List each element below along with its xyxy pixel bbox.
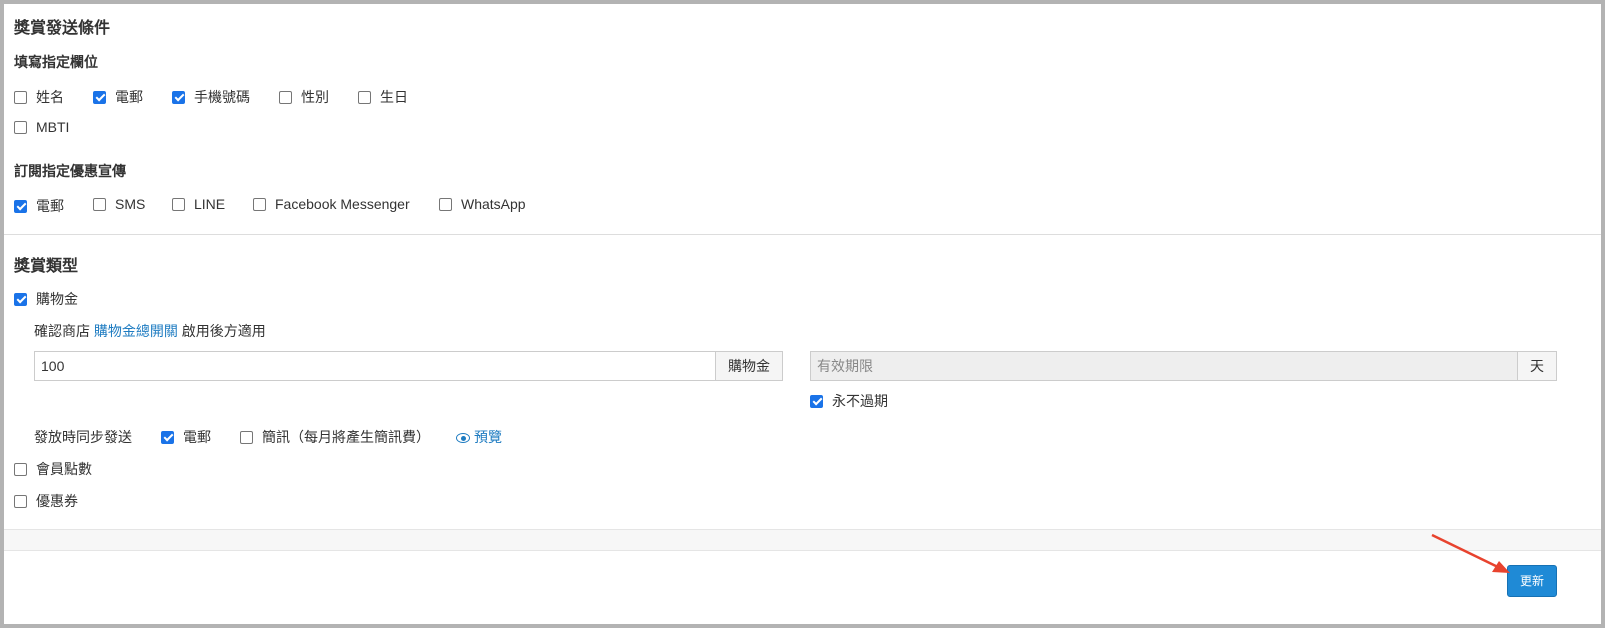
arrow-annotation-icon: [1431, 533, 1510, 573]
field-label: 電郵: [115, 89, 143, 105]
checkbox-icon[interactable]: [14, 90, 27, 104]
reward-checkbox-coupon[interactable]: 優惠券: [14, 491, 78, 511]
conditions-title: 獎賞發送條件: [14, 20, 111, 37]
credit-amount-addon: 購物金: [716, 351, 783, 381]
checkbox-icon[interactable]: [14, 292, 27, 306]
field-label: 手機號碼: [194, 89, 250, 105]
sync-email-checkbox[interactable]: 電郵: [161, 427, 211, 447]
reward-label: 優惠券: [36, 493, 78, 509]
channel-label: WhatsApp: [461, 196, 526, 212]
credit-note-suffix: 啟用後方適用: [181, 323, 266, 339]
subscribe-title: 訂閱指定優惠宣傳: [14, 163, 126, 179]
reward-checkbox-credit[interactable]: 購物金: [14, 289, 78, 309]
validity-addon: 天: [1518, 351, 1557, 381]
channel-label: 電郵: [36, 198, 64, 214]
reward-label: 購物金: [36, 291, 78, 307]
field-label: 性別: [301, 89, 329, 105]
sync-sms-label: 簡訊（每月將產生簡訊費）: [262, 429, 430, 445]
field-checkbox-mbti[interactable]: MBTI: [14, 119, 69, 135]
preview-link[interactable]: 預覽: [456, 427, 502, 447]
channel-label: LINE: [194, 196, 226, 212]
validity-input[interactable]: 有效期限: [810, 351, 1518, 381]
field-checkbox-phone[interactable]: 手機號碼: [172, 87, 250, 107]
checkbox-icon[interactable]: [172, 197, 185, 211]
channel-label: SMS: [115, 196, 146, 212]
channel-label: Facebook Messenger: [275, 196, 410, 212]
reward-label: 會員點數: [36, 461, 92, 477]
checkbox-icon[interactable]: [93, 197, 106, 211]
checkbox-icon[interactable]: [279, 90, 292, 104]
credit-note: 確認商店 購物金總開關 啟用後方適用: [34, 321, 266, 341]
sync-sms-checkbox[interactable]: 簡訊（每月將產生簡訊費）: [240, 427, 430, 447]
checkbox-icon[interactable]: [439, 197, 452, 211]
eye-icon: [456, 433, 470, 444]
field-checkbox-birthday[interactable]: 生日: [358, 87, 408, 107]
reward-settings-panel: 獎賞發送條件 填寫指定欄位 姓名 電郵 手機號碼 性別 生日 MBTI 訂閱指定…: [0, 0, 1605, 628]
checkbox-icon[interactable]: [253, 197, 266, 211]
field-label: 姓名: [36, 89, 64, 105]
footer-bar: [4, 529, 1601, 551]
checkbox-icon[interactable]: [810, 394, 823, 408]
reward-type-title: 獎賞類型: [14, 258, 79, 275]
reward-checkbox-points[interactable]: 會員點數: [14, 459, 92, 479]
field-checkbox-name[interactable]: 姓名: [14, 87, 64, 107]
credit-master-switch-link[interactable]: 購物金總開關: [94, 323, 178, 339]
credit-amount-input[interactable]: 100: [34, 351, 716, 381]
credit-amount-group: 100 購物金: [34, 351, 783, 381]
checkbox-icon[interactable]: [161, 430, 174, 444]
checkbox-icon[interactable]: [172, 90, 185, 104]
never-expire-checkbox[interactable]: 永不過期: [810, 391, 888, 411]
checkbox-icon[interactable]: [14, 199, 27, 213]
checkbox-icon[interactable]: [14, 120, 27, 134]
section-divider: [4, 234, 1601, 235]
sync-send-label: 發放時同步發送: [34, 429, 132, 445]
validity-group: 有效期限 天: [810, 351, 1557, 381]
fill-fields-title: 填寫指定欄位: [14, 54, 98, 70]
credit-note-prefix: 確認商店: [34, 323, 90, 339]
channel-checkbox-email[interactable]: 電郵: [14, 196, 64, 216]
checkbox-icon[interactable]: [14, 494, 27, 508]
field-checkbox-gender[interactable]: 性別: [279, 87, 329, 107]
checkbox-icon[interactable]: [14, 462, 27, 476]
channel-checkbox-whatsapp[interactable]: WhatsApp: [439, 196, 526, 212]
checkbox-icon[interactable]: [240, 430, 253, 444]
checkbox-icon[interactable]: [358, 90, 371, 104]
channel-checkbox-messenger[interactable]: Facebook Messenger: [253, 196, 410, 212]
channel-checkbox-line[interactable]: LINE: [172, 196, 225, 212]
never-expire-label: 永不過期: [832, 393, 888, 409]
field-label: MBTI: [36, 119, 70, 135]
preview-label: 預覽: [474, 429, 502, 445]
sync-email-label: 電郵: [183, 429, 211, 445]
checkbox-icon[interactable]: [93, 90, 106, 104]
field-checkbox-email[interactable]: 電郵: [93, 87, 143, 107]
field-label: 生日: [380, 89, 408, 105]
channel-checkbox-sms[interactable]: SMS: [93, 196, 145, 212]
